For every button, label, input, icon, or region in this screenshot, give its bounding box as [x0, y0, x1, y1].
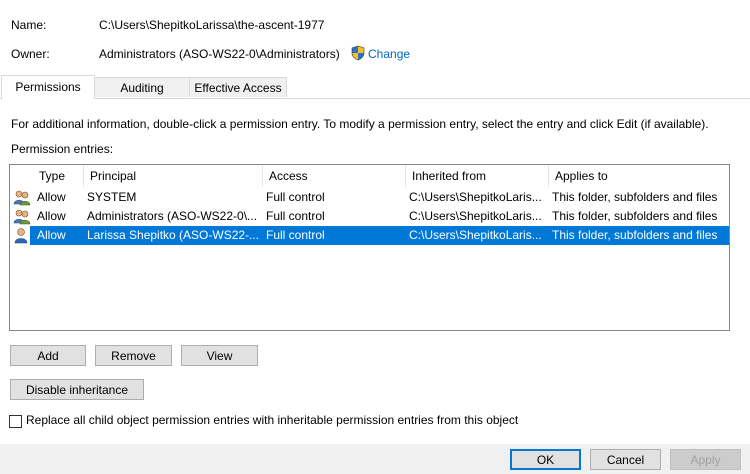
row-access: Full control: [266, 209, 325, 223]
add-button[interactable]: Add: [10, 345, 86, 366]
object-name-value: C:\Users\ShepitkoLarissa\the-ascent-1977: [99, 18, 325, 32]
view-button[interactable]: View: [181, 345, 258, 366]
column-header-applies-to[interactable]: Applies to: [549, 165, 729, 187]
row-type: Allow: [37, 190, 66, 204]
column-header-inherited-from[interactable]: Inherited from: [406, 165, 549, 187]
owner-label: Owner:: [11, 47, 50, 61]
tab-effective-access-label: Effective Access: [194, 81, 282, 95]
tab-auditing[interactable]: Auditing: [94, 77, 190, 97]
column-header-access[interactable]: Access: [263, 165, 406, 187]
owner-value: Administrators (ASO-WS22-0\Administrator…: [99, 47, 340, 61]
replace-child-permissions-label: Replace all child object permission entr…: [26, 413, 519, 427]
selection-highlight: Allow Larissa Shepitko (ASO-WS22-... Ful…: [30, 226, 729, 245]
tab-effective-access[interactable]: Effective Access: [189, 77, 287, 97]
name-label: Name:: [11, 18, 47, 32]
ok-button[interactable]: OK: [510, 449, 581, 470]
table-row-selected[interactable]: Allow Larissa Shepitko (ASO-WS22-... Ful…: [10, 226, 729, 245]
row-type: Allow: [37, 228, 66, 242]
remove-button[interactable]: Remove: [95, 345, 172, 366]
group-users-icon: [13, 189, 31, 206]
column-header-type[interactable]: Type: [33, 165, 84, 187]
single-user-icon: [13, 227, 31, 244]
row-principal: SYSTEM: [87, 190, 137, 204]
row-applies-to: This folder, subfolders and files: [552, 228, 718, 242]
apply-button[interactable]: Apply: [670, 449, 741, 470]
uac-shield-icon: [350, 45, 366, 64]
row-access: Full control: [266, 228, 325, 242]
tab-strip: Permissions Auditing Effective Access: [0, 75, 750, 99]
column-header-principal[interactable]: Principal: [84, 165, 263, 187]
row-inherited-from: C:\Users\ShepitkoLaris...: [409, 209, 542, 223]
tab-auditing-label: Auditing: [120, 81, 164, 95]
tab-permissions-label: Permissions: [15, 80, 81, 94]
row-access: Full control: [266, 190, 325, 204]
table-row[interactable]: Allow Administrators (ASO-WS22-0\... Ful…: [10, 207, 729, 226]
row-type: Allow: [37, 209, 66, 223]
row-inherited-from: C:\Users\ShepitkoLaris...: [409, 190, 542, 204]
permission-entries-list[interactable]: Type Principal Access Inherited from App…: [9, 164, 730, 331]
table-row[interactable]: Allow SYSTEM Full control C:\Users\Shepi…: [10, 188, 729, 207]
cancel-button[interactable]: Cancel: [590, 449, 661, 470]
row-principal: Larissa Shepitko (ASO-WS22-...: [87, 228, 260, 242]
group-users-icon: [13, 208, 31, 225]
tab-permissions[interactable]: Permissions: [1, 75, 95, 99]
change-owner-link[interactable]: Change: [368, 47, 410, 61]
row-applies-to: This folder, subfolders and files: [552, 209, 718, 223]
permission-entries-label: Permission entries:: [11, 142, 114, 156]
row-inherited-from: C:\Users\ShepitkoLaris...: [409, 228, 542, 242]
row-principal: Administrators (ASO-WS22-0\...: [87, 209, 258, 223]
disable-inheritance-button[interactable]: Disable inheritance: [10, 379, 144, 400]
row-applies-to: This folder, subfolders and files: [552, 190, 718, 204]
replace-child-permissions-checkbox[interactable]: [9, 415, 22, 428]
info-text: For additional information, double-click…: [11, 117, 709, 131]
